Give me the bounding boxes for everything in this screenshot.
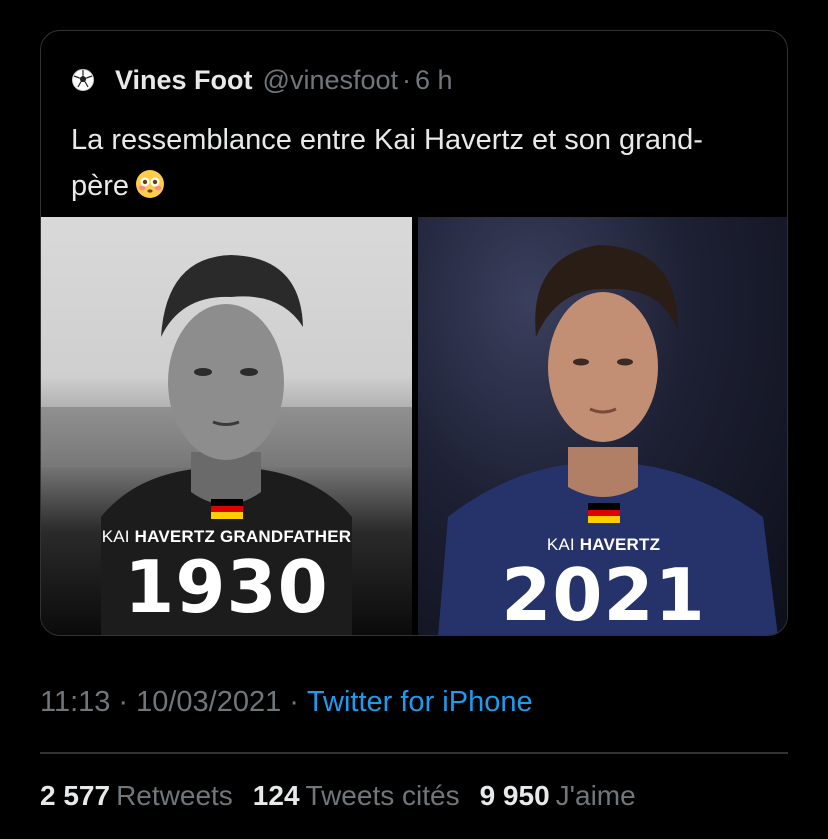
tweet-media[interactable]: KAI HAVERTZ GRANDFATHER 1930 KAI HAVERTZ… bbox=[41, 217, 787, 636]
grandfather-year: 1930 bbox=[124, 545, 329, 629]
grandfather-caption-bold: HAVERTZ GRANDFATHER bbox=[134, 527, 352, 546]
meta-dot: · bbox=[118, 686, 129, 718]
quoted-tweet-header: Vines Foot @vinesfoot · 6 h bbox=[71, 63, 453, 97]
quoted-tweet-card[interactable]: Vines Foot @vinesfoot · 6 h La ressembla… bbox=[40, 30, 788, 636]
quoted-tweet-body: La ressemblance entre Kai Havertz et son… bbox=[71, 124, 703, 202]
tweet-metadata: 11:13 · 10/03/2021 · Twitter for iPhone bbox=[40, 686, 533, 719]
quoted-author-name[interactable]: Vines Foot bbox=[115, 65, 253, 96]
tweet-stats: 2 577 Retweets 124 Tweets cités 9 950 J'aim… bbox=[40, 780, 656, 812]
tweet-date[interactable]: 10/03/2021 bbox=[136, 686, 281, 718]
flushed-face-emoji-icon bbox=[135, 167, 165, 198]
quotes-count: 124 bbox=[252, 780, 300, 811]
tweet-source-link[interactable]: Twitter for iPhone bbox=[307, 686, 533, 718]
likes-count: 9 950 bbox=[479, 780, 550, 811]
likes-label: J'aime bbox=[555, 780, 636, 811]
media-image-kai-havertz[interactable]: KAI HAVERTZ 2021 bbox=[418, 217, 787, 636]
retweets-count: 2 577 bbox=[40, 780, 111, 811]
kai-havertz-year: 2021 bbox=[501, 553, 706, 636]
grandfather-caption: KAI HAVERTZ GRANDFATHER bbox=[41, 527, 412, 547]
grandfather-caption-prefix: KAI bbox=[101, 527, 135, 546]
quoted-tweet-age: 6 h bbox=[415, 64, 453, 95]
retweets-label: Retweets bbox=[116, 780, 233, 811]
german-flag-icon bbox=[587, 503, 620, 524]
kai-caption-prefix: KAI bbox=[546, 535, 580, 554]
kai-caption-bold: HAVERTZ bbox=[579, 535, 661, 554]
meta-dot: · bbox=[289, 686, 299, 718]
retweets-stat[interactable]: 2 577 Retweets bbox=[40, 780, 233, 812]
soccer-ball-avatar-icon[interactable] bbox=[71, 68, 95, 92]
divider bbox=[40, 752, 788, 754]
quoted-author-handle[interactable]: @vinesfoot bbox=[263, 65, 398, 96]
german-flag-icon bbox=[210, 499, 243, 520]
quote-tweets-stat[interactable]: 124 Tweets cités bbox=[253, 780, 460, 812]
header-separator: · bbox=[402, 64, 412, 95]
quotes-label: Tweets cités bbox=[305, 780, 460, 811]
likes-stat[interactable]: 9 950 J'aime bbox=[480, 780, 636, 812]
media-image-grandfather[interactable]: KAI HAVERTZ GRANDFATHER 1930 bbox=[41, 217, 412, 635]
kai-havertz-caption: KAI HAVERTZ bbox=[418, 535, 787, 555]
quoted-tweet-text: La ressemblance entre Kai Havertz et son… bbox=[71, 117, 751, 209]
tweet-time[interactable]: 11:13 bbox=[40, 686, 110, 718]
